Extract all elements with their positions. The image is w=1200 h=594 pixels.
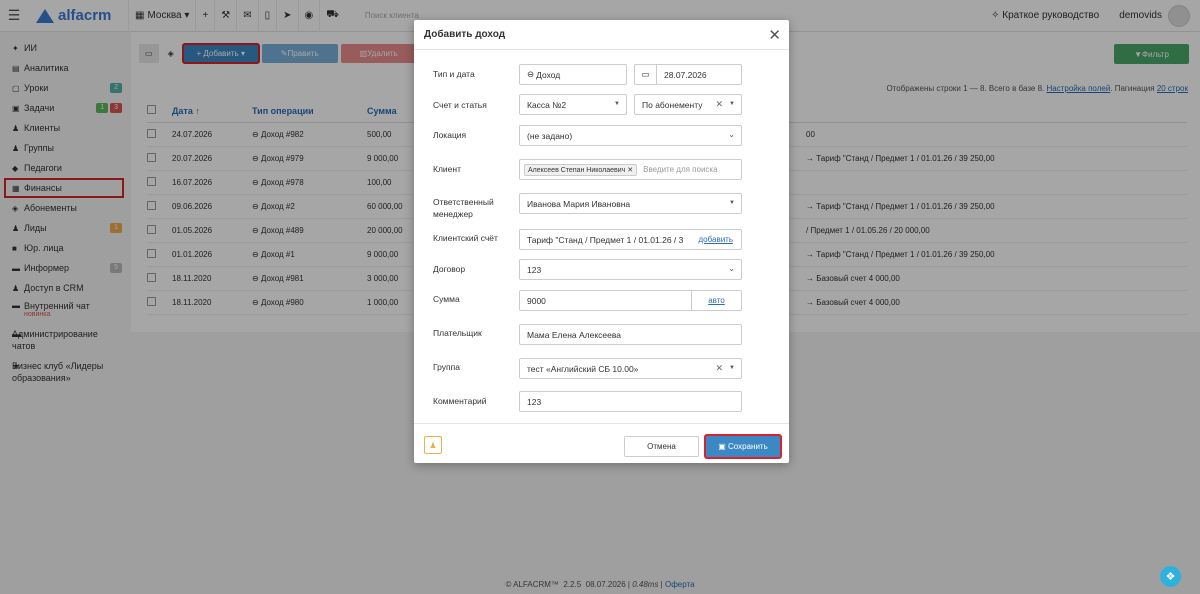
income-type-field[interactable]: ⊖ Доход xyxy=(519,64,627,85)
date-value: 28.07.2026 xyxy=(664,69,707,80)
calendar-icon: ▭ xyxy=(635,65,657,84)
payer-value: Мама Елена Алексеева xyxy=(527,329,621,340)
label-comment: Комментарий xyxy=(433,396,487,406)
manager-value: Иванова Мария Ивановна xyxy=(527,198,631,209)
close-icon[interactable]: ✕ xyxy=(768,26,781,44)
save-button[interactable]: ▣ Сохранить xyxy=(704,434,782,459)
label-client-account: Клиентский счёт xyxy=(433,233,498,243)
chevron-down-icon: ▼ xyxy=(729,101,735,107)
client-tag-label: Алексеев Степан Николаевич xyxy=(528,166,626,174)
location-value: (не задано) xyxy=(527,130,573,141)
client-field[interactable]: Алексеев Степан Николаевич ✕ Введите для … xyxy=(519,159,742,180)
client-tag[interactable]: Алексеев Степан Николаевич ✕ xyxy=(524,163,638,176)
chevron-down-icon: ▼ xyxy=(729,200,735,206)
chevron-down-icon: ▼ xyxy=(729,365,735,371)
account-value: Касса №2 xyxy=(527,99,567,110)
label-account: Счет и статья xyxy=(433,100,487,110)
contract-select[interactable]: 123 ⌄ xyxy=(519,259,742,280)
chat-bubble-icon[interactable]: ❖ xyxy=(1160,566,1181,587)
label-location: Локация xyxy=(433,130,467,140)
label-sum: Сумма xyxy=(433,294,460,304)
payer-input[interactable]: Мама Елена Алексеева xyxy=(519,324,742,345)
label-type-date: Тип и дата xyxy=(433,69,475,79)
clear-icon[interactable]: ✕ xyxy=(715,99,723,110)
remove-icon[interactable]: ✕ xyxy=(627,167,633,174)
label-manager: Ответственный менеджер xyxy=(433,197,494,219)
add-income-dialog: Добавить доход ✕ Тип и дата ⊖ Доход ▭ 28.0… xyxy=(414,20,789,463)
chevron-down-icon: ⌄ xyxy=(728,130,735,139)
label-contract: Договор xyxy=(433,264,466,274)
add-account-link[interactable]: добавить xyxy=(690,230,741,249)
sum-value: 9000 xyxy=(527,295,546,306)
client-account-select[interactable]: Тариф "Станд / Предмет 1 / 01.01.26 / 3 д… xyxy=(519,229,742,250)
income-icon: ⊖ xyxy=(527,69,535,79)
sum-input[interactable]: 9000 авто xyxy=(519,290,742,311)
floppy-icon: ▣ xyxy=(718,442,728,451)
label-payer: Плательщик xyxy=(433,328,482,338)
location-select[interactable]: (не задано) ⌄ xyxy=(519,125,742,146)
comment-input[interactable]: 123 xyxy=(519,391,742,412)
clear-icon[interactable]: ✕ xyxy=(715,363,723,374)
income-type-value: Доход xyxy=(536,69,561,80)
label-client: Клиент xyxy=(433,164,461,174)
client-account-value: Тариф "Станд / Предмет 1 / 01.01.26 / 3 xyxy=(527,234,684,245)
contract-value: 123 xyxy=(527,264,542,275)
chevron-down-icon: ▼ xyxy=(614,101,620,107)
auto-sum-link[interactable]: авто xyxy=(691,291,741,310)
group-value: тест «Английский СБ 10.00» xyxy=(527,363,639,374)
save-label: Сохранить xyxy=(728,442,768,451)
dialog-footer: ♟ Отмена ▣ Сохранить xyxy=(414,423,789,463)
cancel-button[interactable]: Отмена xyxy=(624,436,699,457)
article-select[interactable]: По абонементу ✕ ▼ xyxy=(634,94,742,115)
chevron-down-icon: ⌄ xyxy=(728,264,735,273)
label-group: Группа xyxy=(433,362,460,372)
dialog-title: Добавить доход xyxy=(414,20,789,50)
group-select[interactable]: тест «Английский СБ 10.00» ✕ ▼ xyxy=(519,358,742,379)
date-field[interactable]: ▭ 28.07.2026 xyxy=(634,64,742,85)
account-select[interactable]: Касса №2 ▼ xyxy=(519,94,627,115)
client-search-placeholder: Введите для поиска xyxy=(643,165,718,174)
manager-select[interactable]: Иванова Мария Ивановна ▼ xyxy=(519,193,742,214)
user-icon[interactable]: ♟ xyxy=(424,436,442,454)
comment-value: 123 xyxy=(527,396,542,407)
article-value: По абонементу xyxy=(642,99,703,110)
